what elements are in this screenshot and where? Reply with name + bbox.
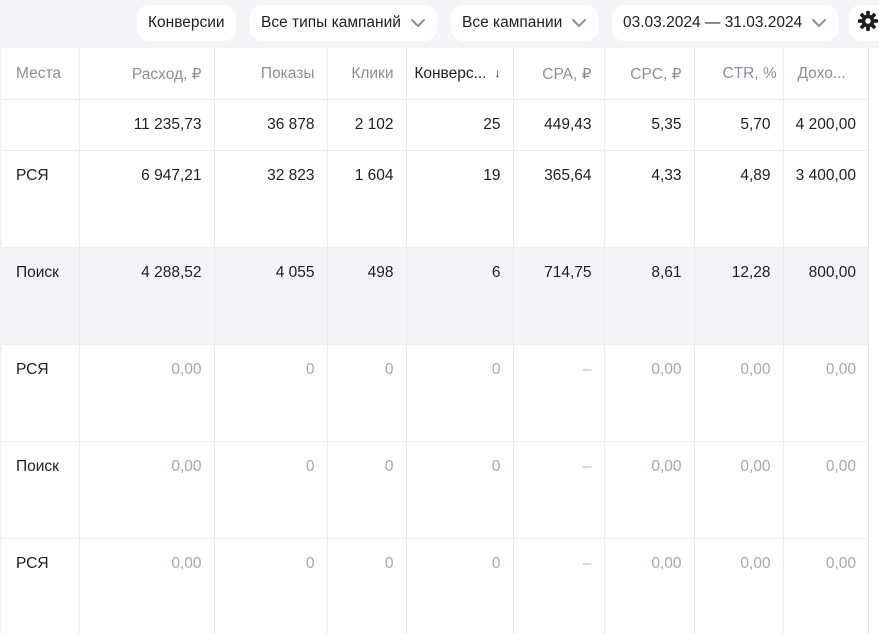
data-cell: 0,00 [783, 538, 868, 634]
data-cell: 4 288,52 [79, 247, 215, 345]
table-header-row: Места Расход, ₽ Показы Клики Конверс... ↓… [2, 48, 868, 100]
data-cell: 0,00 [79, 538, 215, 634]
data-cell: 0 [214, 538, 328, 634]
place-cell: Поиск [2, 441, 80, 539]
data-cell: 0,00 [783, 441, 868, 539]
table-row[interactable]: РСЯ 0,00 0 0 0 – 0,00 0,00 0,00 [2, 538, 868, 634]
data-cell: 498 [327, 247, 407, 345]
data-cell: 0 [327, 441, 407, 539]
column-header-cpc[interactable]: CPC, ₽ [604, 48, 695, 100]
place-cell: РСЯ [2, 150, 80, 248]
campaigns-label: Все кампании [462, 14, 563, 31]
data-cell: 0,00 [783, 344, 868, 442]
total-cell: 2 102 [327, 99, 407, 151]
totals-row: 11 235,73 36 878 2 102 25 449,43 5,35 5,… [2, 99, 868, 151]
data-cell: 0,00 [694, 344, 784, 442]
column-header-clicks[interactable]: Клики [327, 48, 407, 100]
filter-bar: Конверсии Все типы кампаний Все кампании… [0, 0, 879, 48]
total-cell: 5,35 [604, 99, 695, 151]
place-cell: Поиск [2, 247, 80, 345]
chevron-down-icon [811, 15, 827, 31]
data-cell: 0,00 [604, 344, 695, 442]
table-row[interactable]: РСЯ 6 947,21 32 823 1 604 19 365,64 4,33… [2, 150, 868, 248]
total-cell: 449,43 [513, 99, 605, 151]
column-header-places[interactable]: Места [2, 48, 80, 100]
data-cell: 19 [406, 150, 514, 248]
data-cell: – [513, 344, 605, 442]
column-header-conversions[interactable]: Конверс... ↓ [406, 48, 514, 100]
total-cell [2, 99, 80, 151]
data-cell: 0 [406, 538, 514, 634]
data-cell: 0 [406, 441, 514, 539]
data-cell: 0,00 [604, 538, 695, 634]
data-cell: 4,33 [604, 150, 695, 248]
data-cell: 0 [406, 344, 514, 442]
data-cell: 0 [214, 441, 328, 539]
data-cell: 0,00 [604, 441, 695, 539]
table-row[interactable]: Поиск 4 288,52 4 055 498 6 714,75 8,61 1… [2, 247, 868, 345]
data-cell: 1 604 [327, 150, 407, 248]
data-cell: 800,00 [783, 247, 868, 345]
data-cell: 32 823 [214, 150, 328, 248]
sort-descending-icon: ↓ [494, 66, 501, 80]
date-range-label: 03.03.2024 — 31.03.2024 [623, 14, 803, 31]
chevron-down-icon [410, 15, 426, 31]
data-cell: 8,61 [604, 247, 695, 345]
data-cell: 365,64 [513, 150, 605, 248]
data-cell: 0,00 [694, 538, 784, 634]
total-cell: 11 235,73 [79, 99, 215, 151]
metric-filter-label: Конверсии [148, 14, 225, 31]
table-right-edge [868, 48, 879, 634]
data-cell: – [513, 441, 605, 539]
data-cell: 0,00 [79, 344, 215, 442]
campaign-types-dropdown[interactable]: Все типы кампаний [250, 5, 437, 41]
total-cell: 4 200,00 [783, 99, 868, 151]
data-cell: 0 [214, 344, 328, 442]
table-row[interactable]: РСЯ 0,00 0 0 0 – 0,00 0,00 0,00 [2, 344, 868, 442]
settings-button[interactable] [849, 5, 879, 41]
column-header-cost[interactable]: Расход, ₽ [79, 48, 215, 100]
data-cell: 0,00 [79, 441, 215, 539]
data-cell: 6 947,21 [79, 150, 215, 248]
gear-icon [857, 10, 879, 37]
data-cell: 714,75 [513, 247, 605, 345]
place-cell: РСЯ [2, 344, 80, 442]
total-cell: 25 [406, 99, 514, 151]
metric-filter-button[interactable]: Конверсии [137, 5, 236, 41]
table-row[interactable]: Поиск 0,00 0 0 0 – 0,00 0,00 0,00 [2, 441, 868, 539]
column-header-ctr[interactable]: CTR, % [694, 48, 784, 100]
date-range-dropdown[interactable]: 03.03.2024 — 31.03.2024 [612, 5, 839, 41]
data-cell: 0 [327, 344, 407, 442]
stats-table-container: Места Расход, ₽ Показы Клики Конверс... ↓… [2, 48, 868, 634]
data-cell: 4,89 [694, 150, 784, 248]
total-cell: 5,70 [694, 99, 784, 151]
data-cell: 4 055 [214, 247, 328, 345]
column-header-revenue[interactable]: Дохо... [783, 48, 868, 100]
data-cell: – [513, 538, 605, 634]
data-cell: 0,00 [694, 441, 784, 539]
campaign-types-label: Все типы кампаний [261, 14, 401, 31]
chevron-down-icon [571, 15, 587, 31]
data-cell: 0 [327, 538, 407, 634]
campaigns-dropdown[interactable]: Все кампании [451, 5, 599, 41]
total-cell: 36 878 [214, 99, 328, 151]
stats-table: Места Расход, ₽ Показы Клики Конверс... ↓… [2, 48, 868, 634]
column-header-impressions[interactable]: Показы [214, 48, 328, 100]
place-cell: РСЯ [2, 538, 80, 634]
column-header-cpa[interactable]: CPA, ₽ [513, 48, 605, 100]
data-cell: 6 [406, 247, 514, 345]
data-cell: 12,28 [694, 247, 784, 345]
data-cell: 3 400,00 [783, 150, 868, 248]
